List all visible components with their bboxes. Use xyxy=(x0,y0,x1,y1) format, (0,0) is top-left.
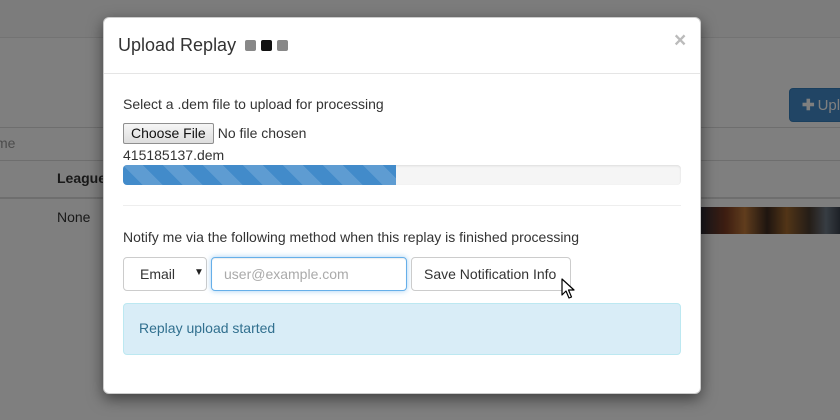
modal-title: Upload Replay xyxy=(118,35,237,55)
caret-down-icon: ▼ xyxy=(194,267,204,278)
section-divider xyxy=(123,205,681,206)
notification-method-select[interactable]: Email ▼ xyxy=(123,257,207,291)
modal-header: Upload Replay × xyxy=(104,18,700,74)
uploaded-file-name: 415185137.dem xyxy=(123,147,225,163)
loading-dot xyxy=(261,40,272,51)
notify-instruction: Notify me via the following method when … xyxy=(123,229,580,245)
loading-dot xyxy=(277,40,288,51)
choose-file-button[interactable]: Choose File xyxy=(123,123,214,144)
mouse-pointer-icon xyxy=(561,278,575,299)
upload-status-alert: Replay upload started xyxy=(123,303,681,355)
upload-progress-bar xyxy=(123,165,397,185)
loading-dot xyxy=(245,40,256,51)
save-notification-button[interactable]: Save Notification Info xyxy=(411,257,571,291)
upload-replay-modal: Upload Replay × Select a .dem file to up… xyxy=(103,17,701,394)
upload-progress xyxy=(123,165,681,185)
close-icon[interactable]: × xyxy=(674,30,686,51)
email-input[interactable] xyxy=(211,257,407,291)
notification-method-value: Email xyxy=(140,266,176,282)
loading-indicator xyxy=(245,40,293,51)
no-file-chosen-text: No file chosen xyxy=(217,125,307,141)
file-input[interactable]: Choose File No file chosen xyxy=(123,123,306,145)
upload-instruction: Select a .dem file to upload for process… xyxy=(123,96,384,112)
alert-message: Replay upload started xyxy=(139,320,276,336)
